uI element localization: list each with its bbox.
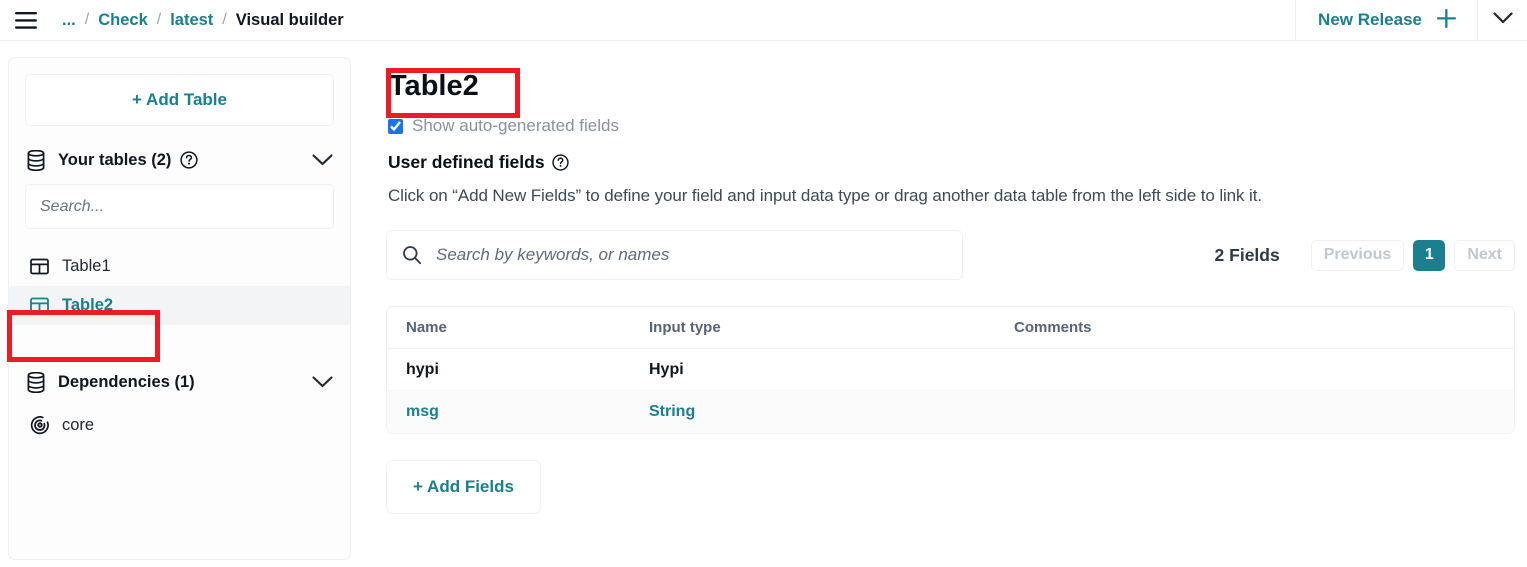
search-icon	[402, 230, 422, 280]
database-icon	[25, 371, 47, 393]
question-circle-icon[interactable]	[551, 154, 569, 172]
topbar-expand-button[interactable]	[1478, 0, 1527, 41]
your-tables-label: Your tables (2)	[58, 150, 172, 169]
table-grid-icon	[30, 257, 50, 276]
user-defined-fields-description: Click on “Add New Fields” to define your…	[388, 186, 1262, 206]
breadcrumb-item-latest[interactable]: latest	[170, 11, 213, 30]
breadcrumb-item-ellipsis[interactable]: ...	[62, 11, 76, 30]
breadcrumb-item-check[interactable]: Check	[98, 11, 148, 30]
sidebar-item-table2-label: Table2	[62, 296, 114, 314]
breadcrumb-separator: /	[84, 11, 90, 28]
page-number-1-button[interactable]: 1	[1413, 239, 1446, 271]
dependency-item-core[interactable]: core	[9, 406, 350, 444]
sidebar-search-input[interactable]	[25, 184, 334, 229]
column-header-comments: Comments	[1014, 319, 1092, 337]
table-grid-icon	[30, 296, 50, 315]
field-name-hypi: hypi	[406, 360, 439, 378]
new-release-button[interactable]: New Release	[1296, 0, 1477, 41]
field-search-wrapper	[386, 230, 963, 281]
field-search-input[interactable]	[386, 230, 963, 281]
fields-toolbar: 2 Fields Previous 1 Next	[386, 230, 1515, 281]
field-name-msg: msg	[406, 403, 439, 421]
add-fields-button[interactable]: + Add Fields	[386, 460, 541, 515]
add-table-label: + Add Table	[132, 90, 227, 109]
page-title: Table2	[389, 70, 479, 102]
dependencies-section-header[interactable]: Dependencies (1)	[9, 358, 350, 406]
show-auto-generated-label: Show auto-generated fields	[412, 116, 619, 136]
chevron-down-icon[interactable]	[312, 376, 333, 388]
question-circle-icon[interactable]	[180, 151, 199, 169]
add-table-button[interactable]: + Add Table	[25, 74, 334, 126]
plus-icon[interactable]	[1436, 8, 1457, 33]
sidebar-item-table1[interactable]: Table1	[9, 247, 350, 286]
chevron-down-icon[interactable]	[312, 154, 333, 166]
sidebar: + Add Table Your tables (2) Search... Ta…	[8, 57, 351, 560]
column-header-input-type: Input type	[649, 319, 721, 337]
sidebar-search-wrapper	[9, 184, 350, 229]
top-bar-actions: New Release	[1295, 0, 1527, 41]
sidebar-item-table2[interactable]: Table2	[9, 286, 350, 325]
table-row[interactable]: hypi Hypi	[387, 349, 1514, 392]
tables-list: Table1 Table2	[9, 247, 350, 325]
breadcrumb-separator: /	[156, 11, 162, 28]
main-content: Table2 Show auto-generated fields User d…	[373, 48, 1527, 567]
field-type-hypi: Hypi	[649, 360, 684, 378]
breadcrumb-separator: /	[222, 11, 227, 28]
your-tables-section-header[interactable]: Your tables (2)	[9, 136, 350, 184]
target-icon	[30, 415, 50, 435]
chevron-down-icon	[1492, 11, 1513, 29]
sidebar-item-table1-label: Table1	[62, 257, 111, 275]
fields-table: Name Input type Comments hypi Hypi msg S…	[386, 306, 1515, 435]
hamburger-menu-button[interactable]	[0, 0, 52, 41]
field-type-msg: String	[649, 403, 696, 421]
new-release-label: New Release	[1318, 10, 1422, 29]
breadcrumb: ... / Check / latest / Visual builder	[52, 11, 344, 30]
hamburger-icon	[15, 11, 37, 29]
show-auto-generated-row: Show auto-generated fields	[388, 116, 1527, 136]
database-icon	[25, 149, 47, 171]
add-fields-label: + Add Fields	[413, 477, 514, 497]
breadcrumb-item-visual-builder: Visual builder	[235, 10, 344, 29]
dependency-item-core-label: core	[62, 415, 95, 434]
column-header-name: Name	[406, 319, 447, 337]
top-bar: ... / Check / latest / Visual builder Ne…	[0, 0, 1527, 41]
field-count-label: 2 Fields	[1214, 244, 1280, 265]
dependencies-label: Dependencies (1)	[58, 372, 195, 391]
user-defined-fields-label: User defined fields	[388, 152, 545, 173]
table-header-row: Name Input type Comments	[387, 307, 1514, 350]
next-page-button[interactable]: Next	[1454, 239, 1515, 271]
user-defined-fields-heading: User defined fields	[388, 152, 1527, 173]
pagination: 2 Fields Previous 1 Next	[1214, 239, 1515, 271]
previous-page-button[interactable]: Previous	[1310, 239, 1405, 271]
table-row[interactable]: msg String	[387, 391, 1514, 434]
show-auto-generated-checkbox[interactable]	[388, 118, 403, 134]
